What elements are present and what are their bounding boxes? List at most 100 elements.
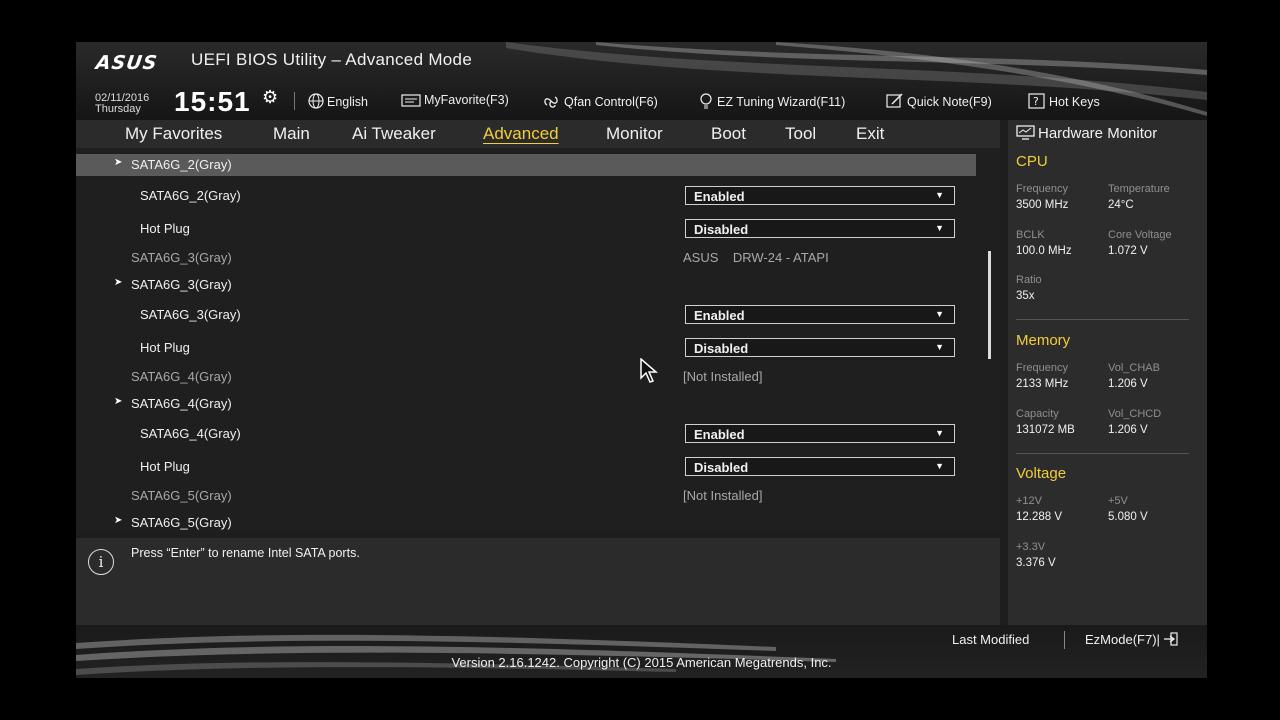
row-label: SATA6G_3(Gray) (131, 277, 232, 292)
voltage-section-title: Voltage (1016, 465, 1067, 482)
row-label: SATA6G_4(Gray) (131, 396, 232, 411)
info-row: SATA6G_4(Gray) [Not Installed] (76, 366, 976, 388)
question-box-icon: ? (1028, 93, 1045, 109)
v12-label: +12V (1016, 495, 1042, 507)
row-label: SATA6G_2(Gray) (131, 157, 232, 172)
footer-bar: Last Modified EzMode(F7)| Version 2.16.1… (76, 625, 1207, 678)
setting-row: Hot Plug Disabled ▼ (76, 456, 976, 478)
hardware-monitor-panel: Hardware Monitor CPU Frequency Temperatu… (1008, 120, 1207, 625)
row-label: SATA6G_4(Gray) (140, 426, 241, 441)
vol-chcd-value: 1.206 V (1108, 424, 1148, 436)
row-label: Hot Plug (140, 459, 190, 474)
row-label: SATA6G_2(Gray) (140, 188, 241, 203)
setting-row: SATA6G_3(Gray) Enabled ▼ (76, 304, 976, 326)
sata-port-header-row[interactable]: ➤ SATA6G_2(Gray) (76, 154, 976, 176)
dropdown-caret-icon: ▼ (935, 342, 944, 352)
tab-advanced[interactable]: Advanced (483, 124, 559, 144)
bclk-value: 100.0 MHz (1016, 245, 1072, 257)
svg-text:?: ? (1033, 95, 1039, 108)
quick-note-button[interactable]: Quick Note(F9) (886, 93, 992, 109)
section-divider (1016, 453, 1189, 454)
v33-label: +3.3V (1016, 541, 1046, 553)
myfavorite-button[interactable]: MyFavorite(F3) (401, 93, 509, 107)
date-display: 02/11/2016 Thursday (95, 93, 149, 115)
hot-keys-button[interactable]: ? Hot Keys (1028, 93, 1100, 109)
tab-boot[interactable]: Boot (711, 124, 746, 144)
header-divider (294, 92, 295, 110)
settings-list: ➤ SATA6G_2(Gray) SATA6G_2(Gray) Enabled … (76, 148, 1000, 532)
capacity-label: Capacity (1016, 408, 1059, 420)
sata-port-header-row[interactable]: ➤ SATA6G_5(Gray) (76, 512, 976, 532)
submenu-arrow-icon: ➤ (114, 277, 123, 288)
v12-value: 12.288 V (1016, 511, 1063, 523)
dropdown-value: Disabled (694, 460, 749, 475)
dropdown-value: Enabled (694, 308, 745, 323)
tab-ai-tweaker[interactable]: Ai Tweaker (352, 124, 436, 144)
setting-row: Hot Plug Disabled ▼ (76, 218, 976, 240)
tab-my-favorites[interactable]: My Favorites (125, 124, 222, 144)
setting-row: Hot Plug Disabled ▼ (76, 337, 976, 359)
hot-plug-dropdown[interactable]: Disabled ▼ (685, 457, 955, 476)
hot-plug-dropdown[interactable]: Disabled ▼ (685, 219, 955, 238)
header-bar: ASUS UEFI BIOS Utility – Advanced Mode 0… (76, 42, 1207, 120)
hardware-monitor-title: Hardware Monitor (1016, 125, 1157, 142)
favorite-folder-icon (401, 94, 421, 107)
dropdown-value: Disabled (694, 222, 749, 237)
language-button[interactable]: English (308, 93, 368, 109)
v33-value: 3.376 V (1016, 557, 1056, 569)
language-label: English (327, 95, 368, 109)
vol-chcd-label: Vol_CHCD (1108, 408, 1162, 420)
port-enable-dropdown[interactable]: Enabled ▼ (685, 305, 955, 324)
cpu-frequency-value: 3500 MHz (1016, 199, 1069, 211)
main-tab-bar: My Favorites Main Ai Tweaker Advanced Mo… (76, 120, 1000, 148)
device-info: [Not Installed] (683, 488, 763, 503)
tab-monitor[interactable]: Monitor (606, 124, 663, 144)
footer-swoosh-graphic (76, 634, 836, 675)
port-enable-dropdown[interactable]: Enabled ▼ (685, 424, 955, 443)
sata-port-header-row[interactable]: ➤ SATA6G_3(Gray) (76, 274, 976, 296)
v5-value: 5.080 V (1108, 511, 1148, 523)
device-info: ASUS DRW-24 - ATAPI (683, 250, 829, 265)
ezmode-button[interactable]: EzMode(F7)| (1085, 632, 1178, 647)
submenu-arrow-icon: ➤ (114, 157, 123, 168)
core-voltage-value: 1.072 V (1108, 245, 1148, 257)
sata-port-header-row[interactable]: ➤ SATA6G_4(Gray) (76, 393, 976, 415)
last-modified-button[interactable]: Last Modified (952, 632, 1029, 647)
tab-exit[interactable]: Exit (856, 124, 884, 144)
dropdown-caret-icon: ▼ (935, 309, 944, 319)
ratio-value: 35x (1016, 290, 1035, 302)
bios-window: ASUS UEFI BIOS Utility – Advanced Mode 0… (76, 42, 1207, 678)
fan-icon (544, 96, 558, 108)
hot-plug-dropdown[interactable]: Disabled ▼ (685, 338, 955, 357)
tab-main[interactable]: Main (273, 124, 310, 144)
asus-logo: ASUS (94, 52, 160, 74)
exit-arrow-icon (1163, 632, 1178, 646)
clock-settings-gear-icon[interactable]: ⚙ (262, 87, 278, 108)
ez-tuning-wizard-button[interactable]: EZ Tuning Wizard(F11) (698, 93, 845, 109)
dropdown-value: Enabled (694, 189, 745, 204)
info-row: SATA6G_5(Gray) [Not Installed] (76, 485, 976, 507)
weekday-text: Thursday (95, 103, 141, 115)
scrollbar[interactable] (988, 251, 991, 359)
footer-divider (1064, 631, 1065, 649)
row-label: SATA6G_3(Gray) (140, 307, 241, 322)
row-label: SATA6G_3(Gray) (131, 250, 232, 265)
info-row: SATA6G_3(Gray) ASUS DRW-24 - ATAPI (76, 247, 976, 269)
setting-row: SATA6G_4(Gray) Enabled ▼ (76, 423, 976, 445)
tab-tool[interactable]: Tool (785, 124, 816, 144)
dropdown-caret-icon: ▼ (935, 190, 944, 200)
monitor-icon (1016, 125, 1035, 140)
bclk-label: BCLK (1016, 229, 1045, 241)
vol-chab-label: Vol_CHAB (1108, 362, 1160, 374)
setting-row: SATA6G_2(Gray) Enabled ▼ (76, 185, 976, 207)
port-enable-dropdown[interactable]: Enabled ▼ (685, 186, 955, 205)
qfan-control-button[interactable]: Qfan Control(F6) (541, 93, 658, 109)
section-divider (1016, 319, 1189, 320)
vol-chab-value: 1.206 V (1108, 378, 1148, 390)
app-title: UEFI BIOS Utility – Advanced Mode (191, 50, 473, 69)
row-label: Hot Plug (140, 340, 190, 355)
v5-label: +5V (1108, 495, 1128, 507)
note-pencil-icon (886, 93, 903, 108)
info-icon: i (88, 549, 114, 575)
time-display: 15:51 (174, 86, 251, 117)
